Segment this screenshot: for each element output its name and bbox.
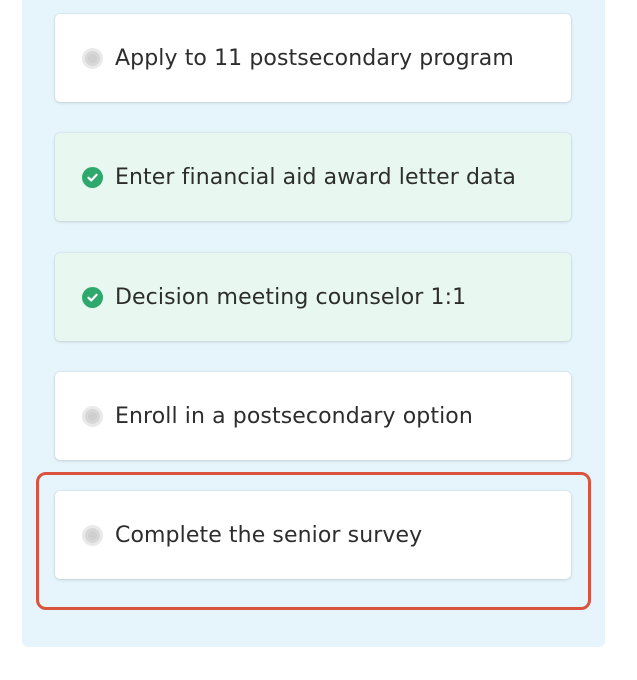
task-card-decision-meeting[interactable]: Decision meeting counselor 1:1 <box>55 253 571 341</box>
task-label: Decision meeting counselor 1:1 <box>115 284 467 310</box>
task-card-financial-aid[interactable]: Enter financial aid award letter data <box>55 133 571 221</box>
task-label: Apply to 11 postsecondary program <box>115 45 514 71</box>
task-label: Enroll in a postsecondary option <box>115 403 473 429</box>
task-card-apply-programs[interactable]: Apply to 11 postsecondary program <box>55 14 571 102</box>
task-card-enroll[interactable]: Enroll in a postsecondary option <box>55 372 571 460</box>
pending-circle-icon <box>82 47 103 69</box>
task-label: Enter financial aid award letter data <box>115 164 516 190</box>
check-circle-icon <box>82 286 103 308</box>
pending-circle-icon <box>82 524 103 546</box>
task-card-senior-survey[interactable]: Complete the senior survey <box>55 491 571 579</box>
check-circle-icon <box>82 166 103 188</box>
task-label: Complete the senior survey <box>115 522 423 548</box>
pending-circle-icon <box>82 405 103 427</box>
